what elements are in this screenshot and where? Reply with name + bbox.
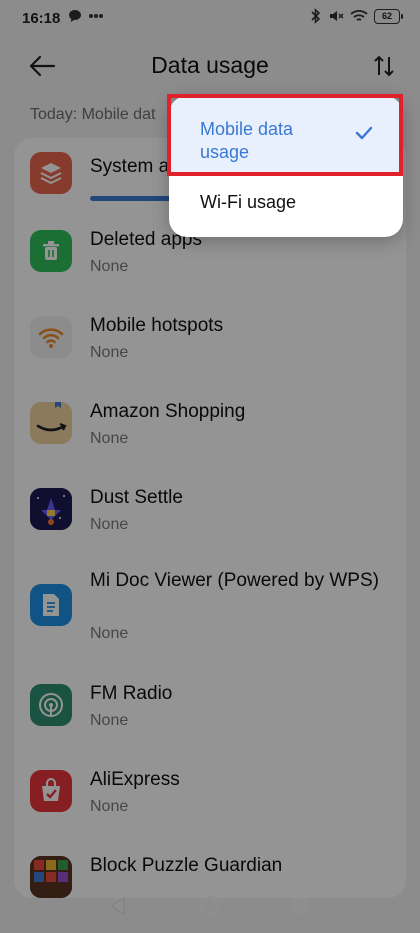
menu-option-label: Wi-Fi usage bbox=[200, 192, 297, 212]
highlight-box bbox=[167, 94, 403, 176]
data-usage-screen: 16:18 62 Data usage Today: Mobile dat Sy… bbox=[0, 0, 420, 933]
menu-option-wifi[interactable]: Wi-Fi usage bbox=[169, 176, 403, 237]
